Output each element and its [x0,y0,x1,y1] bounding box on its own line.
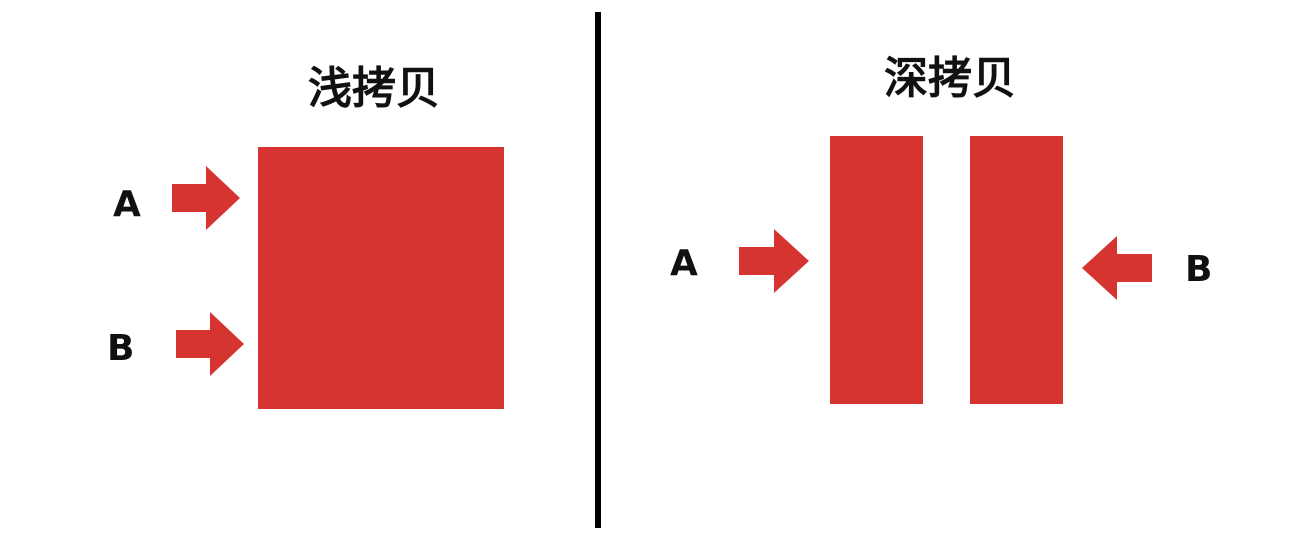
deep-copy-title: 深拷贝 [884,53,1016,104]
arrow-left-icon [1082,236,1152,300]
arrow-right-icon [172,166,240,230]
shallow-copy-title: 浅拷贝 [308,63,440,114]
arrow-right-icon [176,312,244,376]
panel-divider [595,12,601,528]
memory-block-a [830,136,923,404]
shallow-copy-panel: 浅拷贝 A B [0,0,597,552]
arrow-right-icon [739,229,809,293]
pointer-b-label: B [107,328,135,369]
pointer-b-label: B [1185,249,1213,290]
pointer-a-label: A [670,243,698,284]
deep-copy-panel: 深拷贝 A B [603,0,1298,552]
memory-block-b [970,136,1063,404]
pointer-a-label: A [113,184,141,225]
shared-memory-block [258,147,504,409]
